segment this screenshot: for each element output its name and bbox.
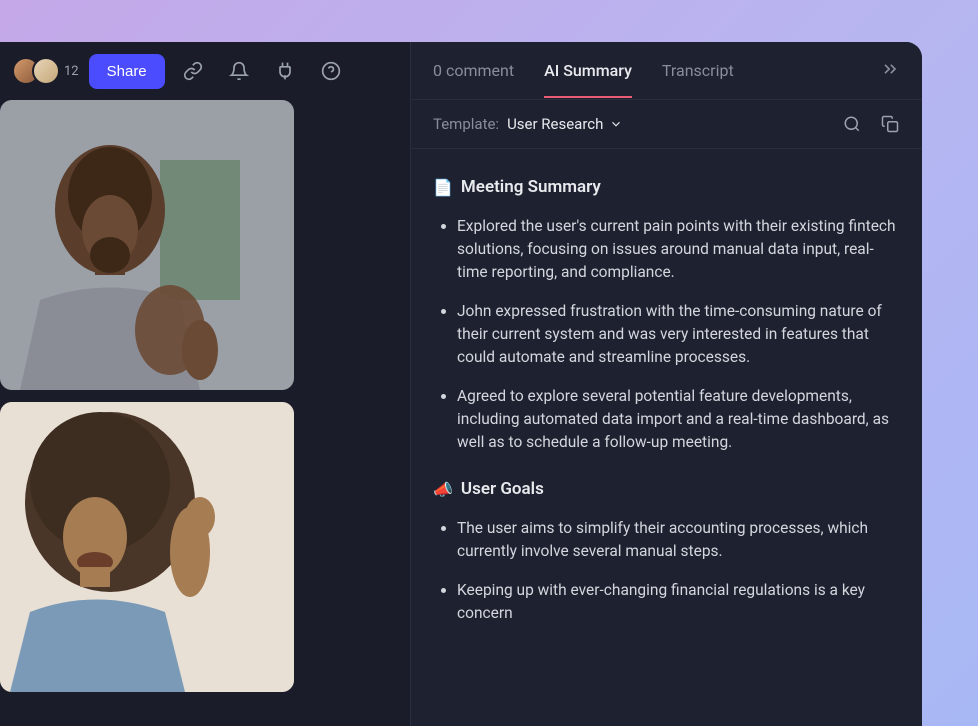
share-button[interactable]: Share: [89, 54, 165, 89]
collapse-icon[interactable]: [880, 59, 900, 83]
meeting-summary-heading: 📄 Meeting Summary: [433, 177, 900, 197]
megaphone-icon: 📣: [433, 480, 453, 499]
template-bar: Template: User Research: [411, 100, 922, 149]
participant-avatars[interactable]: 12: [12, 57, 79, 85]
help-icon[interactable]: [313, 53, 349, 89]
user-goals-title: User Goals: [461, 479, 544, 499]
summary-bullets: Explored the user's current pain points …: [433, 215, 900, 453]
summary-content: 📄 Meeting Summary Explored the user's cu…: [411, 149, 922, 726]
goals-bullets: The user aims to simplify their accounti…: [433, 517, 900, 625]
summary-bullet: Agreed to explore several potential feat…: [433, 385, 900, 454]
template-actions: [842, 114, 900, 134]
template-dropdown[interactable]: User Research: [507, 115, 623, 133]
template-label: Template:: [433, 115, 499, 133]
meeting-summary-title: Meeting Summary: [461, 177, 601, 197]
search-icon[interactable]: [842, 114, 862, 134]
video-grid: [0, 100, 410, 726]
bell-icon[interactable]: [221, 53, 257, 89]
copy-icon[interactable]: [880, 114, 900, 134]
goals-bullet: The user aims to simplify their accounti…: [433, 517, 900, 563]
tab-transcript[interactable]: Transcript: [662, 43, 734, 98]
right-panel: 0 comment AI Summary Transcript Template…: [410, 42, 922, 726]
user-goals-heading: 📣 User Goals: [433, 479, 900, 499]
chevron-down-icon: [609, 117, 623, 131]
tabs: 0 comment AI Summary Transcript: [411, 42, 922, 100]
template-value-text: User Research: [507, 115, 603, 133]
video-tile[interactable]: [0, 100, 294, 390]
summary-bullet: John expressed frustration with the time…: [433, 300, 900, 369]
video-tile[interactable]: [0, 402, 294, 692]
plug-icon[interactable]: [267, 53, 303, 89]
avatar: [32, 57, 60, 85]
left-panel: 12 Share: [0, 42, 410, 726]
link-icon[interactable]: [175, 53, 211, 89]
summary-bullet: Explored the user's current pain points …: [433, 215, 900, 284]
tab-comment[interactable]: 0 comment: [433, 43, 514, 98]
participant-count: 12: [64, 64, 79, 79]
goals-bullet: Keeping up with ever-changing financial …: [433, 579, 900, 625]
tab-ai-summary[interactable]: AI Summary: [544, 43, 632, 98]
document-icon: 📄: [433, 178, 453, 197]
app-window: 12 Share: [0, 42, 922, 726]
toolbar: 12 Share: [0, 42, 410, 100]
